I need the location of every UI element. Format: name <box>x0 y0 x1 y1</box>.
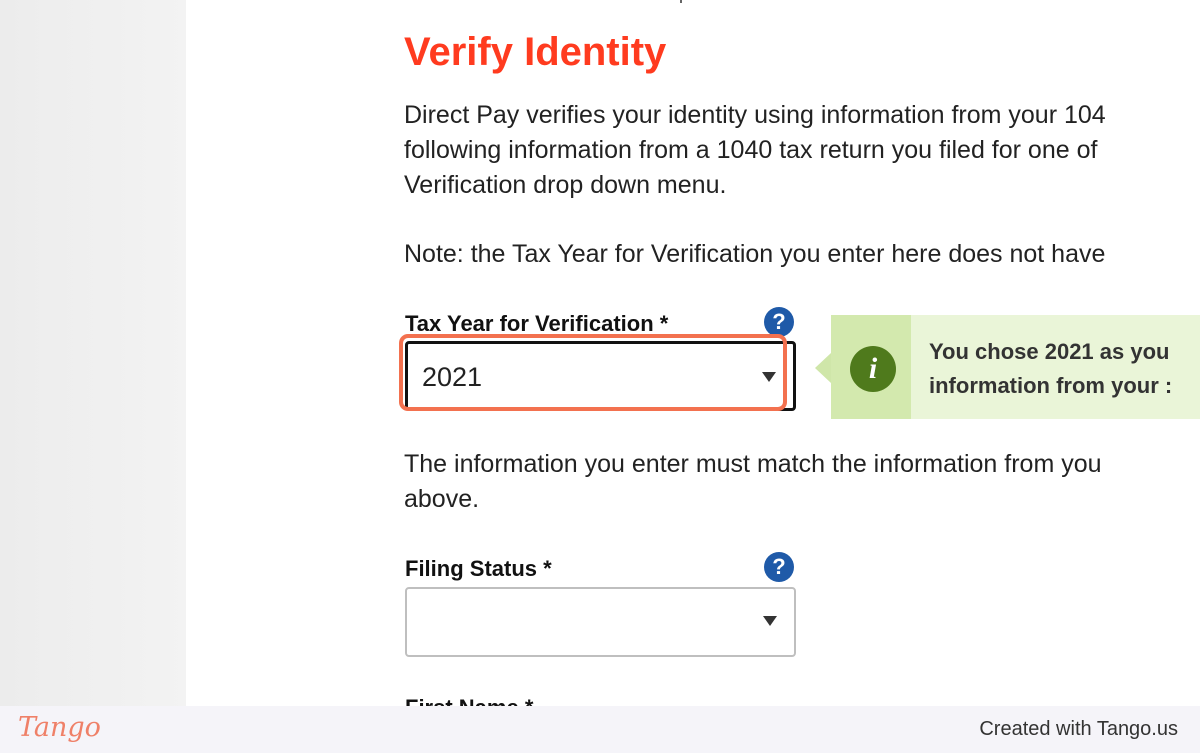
page-title: Verify Identity <box>404 30 667 74</box>
intro-line: following information from a 1040 tax re… <box>404 136 1098 164</box>
created-with-credit[interactable]: Created with Tango.us <box>979 718 1178 741</box>
info-icon: i <box>850 346 896 392</box>
tutorial-highlight-box <box>399 334 787 411</box>
filing-status-label: Filing Status * <box>405 556 552 581</box>
info-callout-sidebar: i <box>831 315 911 419</box>
top-divider-tick <box>680 0 682 3</box>
left-gutter <box>0 0 186 706</box>
tax-year-help-icon[interactable]: ? <box>764 307 794 337</box>
info-line: information from your : <box>929 373 1173 398</box>
first-name-label: First Name * <box>405 695 533 706</box>
info-callout-arrow <box>815 353 831 383</box>
filing-status-help-icon[interactable]: ? <box>764 552 794 582</box>
info-line: You chose 2021 as you <box>929 339 1170 364</box>
filing-status-select[interactable] <box>405 587 796 657</box>
match-paragraph: The information you enter must match the… <box>404 447 1102 517</box>
intro-line: Verification drop down menu. <box>404 171 727 199</box>
chevron-down-icon <box>763 616 777 626</box>
intro-line: Direct Pay verifies your identity using … <box>404 101 1106 129</box>
tango-footer: Tango Created with Tango.us <box>0 706 1200 753</box>
match-line: above. <box>404 485 480 513</box>
info-callout: i You chose 2021 as you information from… <box>831 315 1200 419</box>
intro-paragraph: Direct Pay verifies your identity using … <box>404 98 1106 203</box>
page-content: Verify Identity Direct Pay verifies your… <box>186 0 1200 706</box>
info-callout-text: You chose 2021 as you information from y… <box>929 335 1172 403</box>
note-paragraph: Note: the Tax Year for Verification you … <box>404 240 1106 268</box>
tango-logo[interactable]: Tango <box>18 712 101 743</box>
match-line: The information you enter must match the… <box>404 450 1102 478</box>
